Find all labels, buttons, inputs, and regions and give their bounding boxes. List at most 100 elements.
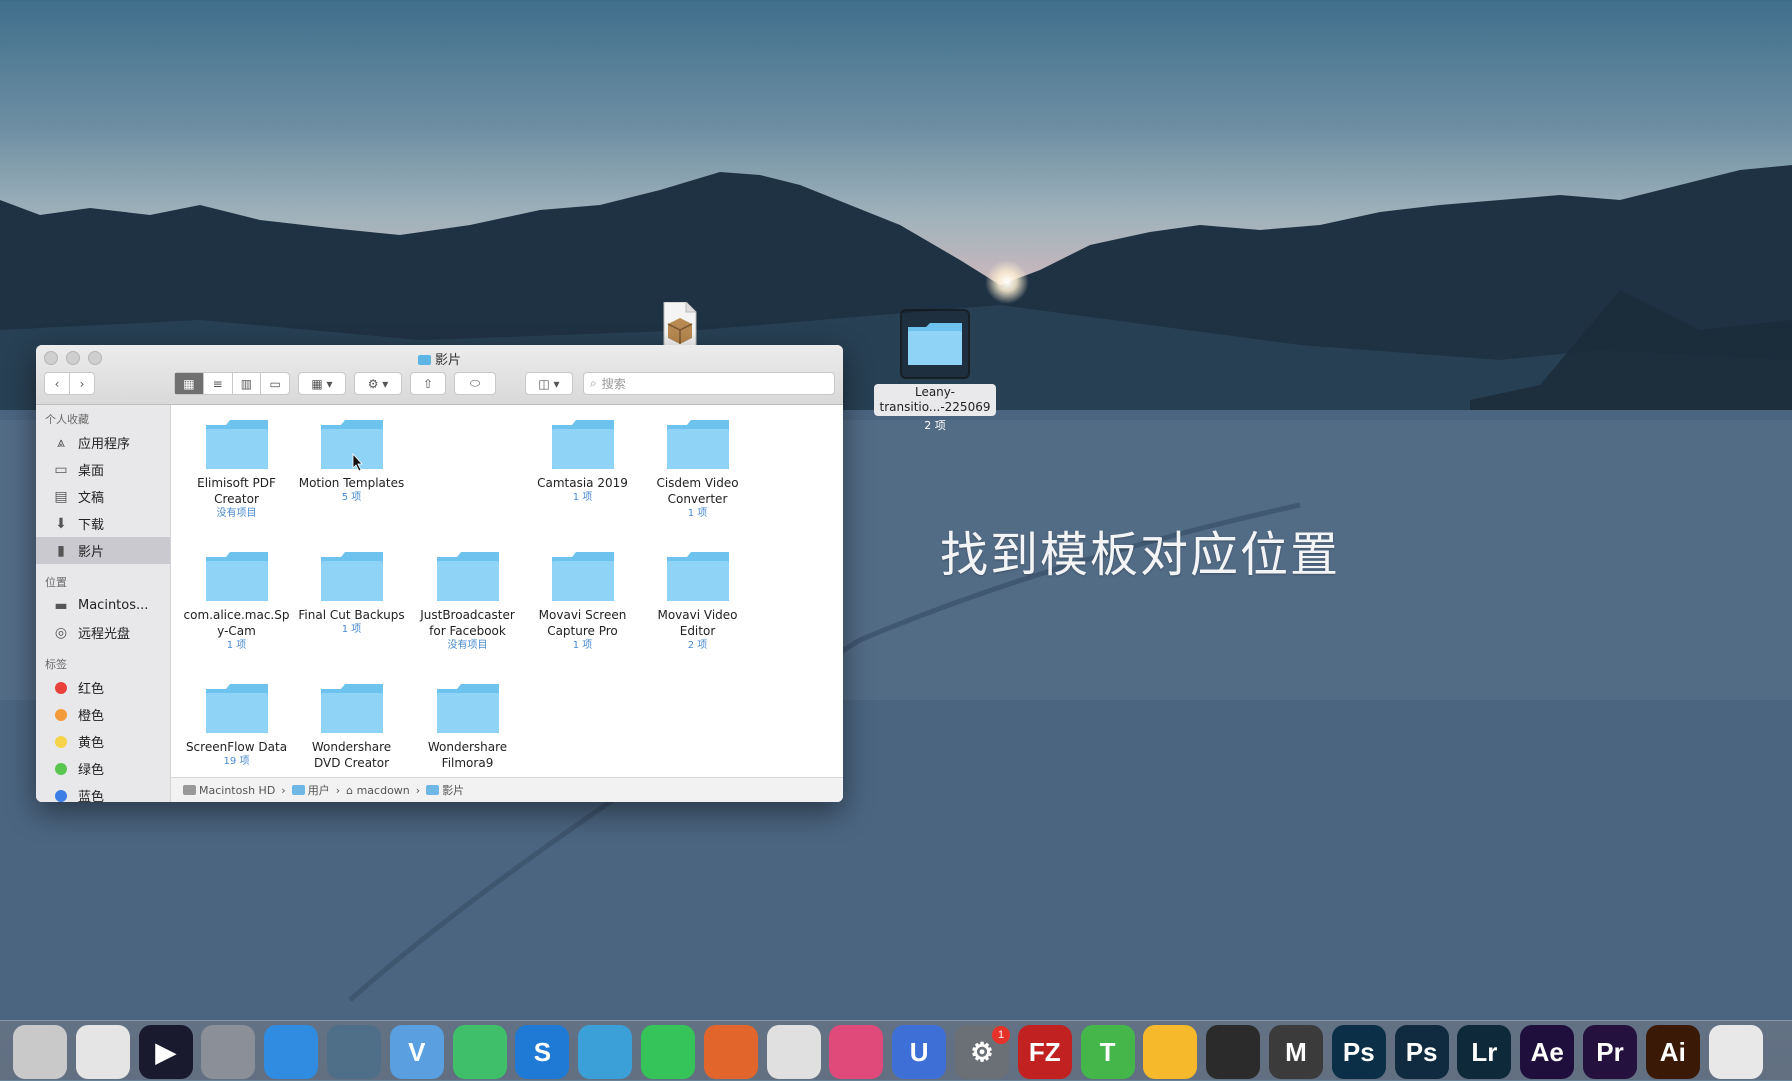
folder-item[interactable]: com.alice.mac.Sp y-Cam 1 项 bbox=[179, 551, 294, 652]
illustrator-icon[interactable]: Ai bbox=[1645, 1025, 1700, 1079]
share-button[interactable]: ⇧ bbox=[410, 372, 446, 395]
tags-button[interactable]: ⬭ bbox=[454, 372, 496, 395]
sidebar-item-documents[interactable]: ▤ 文稿 bbox=[36, 483, 170, 510]
sidebar-item-label: 文稿 bbox=[78, 491, 105, 506]
lightroom-icon[interactable]: Lr bbox=[1457, 1025, 1512, 1079]
sidebar-item-movies[interactable]: ▮ 影片 bbox=[36, 537, 170, 564]
folder-name-line2: for Facebook bbox=[429, 624, 506, 638]
gear-icon: ⚙ ▾ bbox=[367, 376, 389, 391]
search-icon: ⌕ bbox=[590, 376, 597, 390]
folder-item[interactable]: Cisdem Video Converter 1 项 bbox=[640, 419, 755, 520]
sidebar-item-macintosh-hd[interactable]: ▬ Macintos... bbox=[36, 592, 170, 619]
action-button[interactable]: ⚙ ▾ bbox=[354, 372, 402, 395]
wechat-icon[interactable] bbox=[641, 1025, 695, 1079]
desktop-folder[interactable]: Leany- transitio...-225069 2 项 bbox=[870, 309, 1000, 433]
folder-item[interactable]: JustBroadcaster for Facebook 没有项目 bbox=[410, 551, 525, 652]
folder-name-line1: Motion Templates bbox=[298, 476, 405, 490]
path-separator: › bbox=[281, 783, 286, 797]
path-item-users[interactable]: 用户 bbox=[291, 782, 330, 798]
video-player-icon[interactable]: ▶ bbox=[138, 1025, 193, 1079]
folder-item[interactable]: Wondershare DVD Creator bbox=[294, 683, 409, 771]
s-app-icon[interactable]: S bbox=[515, 1025, 570, 1079]
folder-item[interactable]: Motion Templates 5 项 bbox=[294, 419, 409, 504]
folder-item[interactable]: Movavi Video Editor 2 项 bbox=[640, 551, 755, 652]
sidebar-tag-green[interactable]: 绿色 bbox=[36, 755, 170, 782]
safari-icon[interactable] bbox=[264, 1025, 319, 1079]
folder-name-line2: Editor bbox=[679, 624, 716, 638]
magnet-app-icon[interactable]: U bbox=[892, 1025, 947, 1079]
sidebar-item-label: 黄色 bbox=[78, 736, 105, 751]
overlay-caption: 找到模板对应位置 bbox=[940, 527, 1341, 583]
launchpad-icon[interactable] bbox=[201, 1025, 256, 1079]
folder-count: 没有项目 bbox=[216, 508, 257, 519]
sidebar-tag-yellow[interactable]: 黄色 bbox=[36, 728, 170, 755]
search-placeholder: 搜索 bbox=[601, 377, 626, 391]
sketch-icon[interactable] bbox=[1143, 1025, 1198, 1079]
image-app-icon[interactable] bbox=[452, 1025, 507, 1079]
search-field[interactable]: ⌕ 搜索 bbox=[583, 372, 835, 395]
folder-name-line1: Wondershare bbox=[427, 740, 508, 754]
path-label: macdown bbox=[356, 783, 410, 797]
desktop-package-icon[interactable] bbox=[656, 301, 700, 349]
folder-icon bbox=[291, 785, 305, 795]
folder-count: 1 项 bbox=[341, 624, 362, 635]
photo-booth-icon[interactable] bbox=[13, 1025, 67, 1079]
path-bar: Macintosh HD › 用户 › ⌂ macdown › 影片 bbox=[171, 777, 843, 802]
folder-item[interactable]: Elimisoft PDF Creator 没有项目 bbox=[179, 419, 294, 520]
folder-item[interactable]: Movavi Screen Capture Pro 1 项 bbox=[525, 551, 640, 652]
filezilla-icon[interactable]: FZ bbox=[1017, 1025, 1072, 1079]
folder-name: Final Cut Backups bbox=[294, 607, 409, 623]
arrange-button[interactable]: ▦ ▾ bbox=[298, 372, 346, 395]
sidebar-item-applications[interactable]: ⩓ 应用程序 bbox=[36, 429, 170, 456]
dropbox-button[interactable]: ◫ ▾ bbox=[525, 372, 573, 395]
sidebar-tag-red[interactable]: 红色 bbox=[36, 674, 170, 701]
icon-view-button[interactable]: ▦ bbox=[175, 373, 204, 394]
after-effects-icon[interactable]: Ae bbox=[1520, 1025, 1575, 1079]
vectorize-app-icon[interactable]: V bbox=[389, 1025, 444, 1079]
sidebar-item-remote-disc[interactable]: ◎ 远程光盘 bbox=[36, 619, 170, 646]
sidebar-item-label: 下载 bbox=[78, 518, 105, 533]
screen-recorder-icon[interactable] bbox=[75, 1025, 130, 1079]
folder-item[interactable]: Camtasia 2019 1 项 bbox=[525, 419, 640, 504]
sidebar-item-desktop[interactable]: ▭ 桌面 bbox=[36, 456, 170, 483]
list-view-button[interactable]: ≡ bbox=[204, 373, 233, 394]
movies-icon: ▮ bbox=[57, 542, 65, 559]
typora-icon[interactable]: T bbox=[1080, 1025, 1135, 1079]
firefox-icon[interactable] bbox=[703, 1025, 758, 1079]
sidebar-item-downloads[interactable]: ⬇ 下载 bbox=[36, 510, 170, 537]
hexagon-app-icon[interactable] bbox=[327, 1025, 381, 1079]
path-item-macdown[interactable]: ⌂ macdown bbox=[346, 784, 410, 797]
folder-name: Camtasia 2019 bbox=[525, 475, 640, 491]
folder-item[interactable]: Final Cut Backups 1 项 bbox=[294, 551, 409, 636]
remote-disc-icon: ◎ bbox=[54, 624, 68, 641]
premiere-icon[interactable]: Pr bbox=[1583, 1025, 1637, 1079]
gallery-view-button[interactable]: ▭ bbox=[261, 373, 289, 394]
m-app-icon[interactable]: M bbox=[1269, 1025, 1323, 1079]
path-item-movies[interactable]: 影片 bbox=[426, 782, 464, 798]
folder-item[interactable]: ScreenFlow Data 19 项 bbox=[179, 683, 294, 768]
chrome-icon[interactable] bbox=[766, 1025, 821, 1079]
sidebar-tag-orange[interactable]: 橙色 bbox=[36, 701, 170, 728]
folder-name-line1: Movavi Screen bbox=[538, 608, 627, 622]
folder-name-line2: DVD Creator bbox=[313, 756, 390, 770]
photoshop-icon[interactable]: Ps bbox=[1331, 1025, 1386, 1079]
orange-tag-dot-icon bbox=[55, 708, 67, 721]
folder-name-line2: Creator bbox=[214, 492, 259, 506]
path-item-macintosh-hd[interactable]: Macintosh HD bbox=[183, 784, 275, 797]
quicktime-icon[interactable] bbox=[578, 1025, 633, 1079]
forward-button[interactable]: › bbox=[70, 373, 94, 394]
dropbox-icon: ◫ ▾ bbox=[538, 376, 560, 391]
folder-icon bbox=[205, 684, 268, 733]
sidebar-item-label: 桌面 bbox=[78, 464, 105, 479]
back-button[interactable]: ‹ bbox=[45, 373, 70, 394]
column-view-button[interactable]: ▥ bbox=[233, 373, 262, 394]
folder-item[interactable]: Wondershare Filmora9 bbox=[410, 683, 525, 771]
path-label: 用户 bbox=[307, 784, 330, 797]
final-cut-pro-icon[interactable] bbox=[1206, 1025, 1261, 1079]
hard-drive-icon bbox=[183, 784, 196, 795]
sidebar-tag-blue[interactable]: 蓝色 bbox=[36, 782, 170, 802]
photoshop-2-icon[interactable]: Ps bbox=[1394, 1025, 1449, 1079]
qq-icon[interactable] bbox=[1708, 1025, 1763, 1079]
window-title-text: 影片 bbox=[434, 353, 461, 368]
color-app-icon[interactable] bbox=[829, 1025, 884, 1079]
